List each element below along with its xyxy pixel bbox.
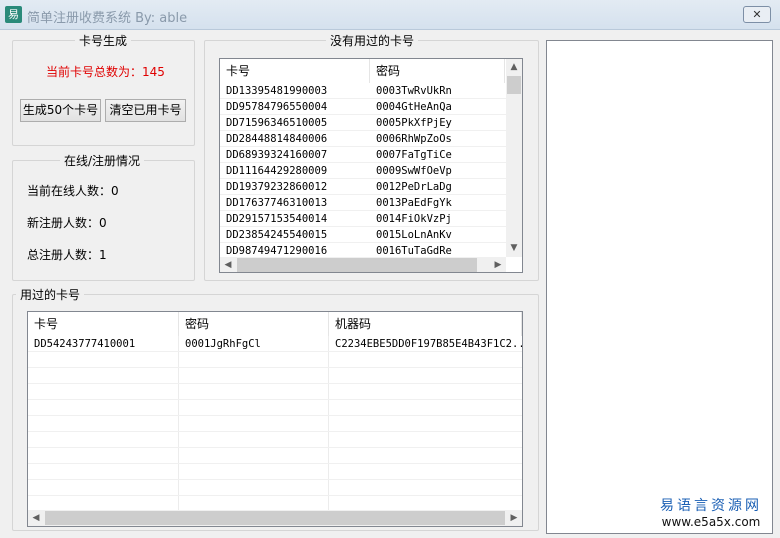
column-header-card[interactable]: 卡号 — [28, 312, 179, 336]
clear-used-cards-button[interactable]: 清空已用卡号 — [105, 99, 186, 122]
column-header-machine-code[interactable]: 机器码 — [329, 312, 522, 336]
total-registration-count: 总注册人数：1 — [27, 248, 107, 262]
table-cell: DD17637746310013 — [226, 197, 328, 209]
table-row[interactable]: DD95784796550004 0004GtHeAnQa — [220, 99, 506, 115]
column-header-password[interactable]: 密码 — [179, 312, 329, 336]
table-cell: DD68939324160007 — [226, 149, 328, 161]
used-cards-list[interactable]: 卡号 密码 机器码 DD54243777410001 0001JgRhFgCl C2… — [27, 311, 523, 527]
table-cell: 0013PaEdFgYk — [376, 197, 452, 209]
table-cell: DD28448814840006 — [226, 133, 328, 145]
generate-cards-button[interactable]: 生成50个卡号 — [20, 99, 101, 122]
table-row[interactable]: DD28448814840006 0006RhWpZoOs — [220, 131, 506, 147]
watermark-title: 易语言资源网 — [660, 498, 762, 514]
table-row[interactable]: DD29157153540014 0014FiOkVzPj — [220, 211, 506, 227]
table-row[interactable] — [28, 352, 522, 368]
table-cell: 0014FiOkVzPj — [376, 213, 452, 225]
online-status-title: 在线/注册情况 — [60, 152, 145, 169]
table-row[interactable]: DD54243777410001 0001JgRhFgCl C2234EBE5DD0… — [28, 336, 522, 352]
unused-cards-list[interactable]: 卡号 密码 DD13395481990003 0003TwRvUkRn DD9578… — [219, 58, 523, 273]
table-row[interactable]: DD13395481990003 0003TwRvUkRn — [220, 83, 506, 99]
table-cell: DD95784796550004 — [226, 101, 328, 113]
table-cell: DD13395481990003 — [226, 85, 328, 97]
table-cell: DD71596346510005 — [226, 117, 328, 129]
close-button[interactable]: ✕ — [743, 6, 771, 23]
table-cell: DD54243777410001 — [34, 338, 136, 350]
scroll-right-icon[interactable]: ▶ — [490, 257, 506, 272]
table-cell: 0004GtHeAnQa — [376, 101, 452, 113]
table-cell: DD19379232860012 — [226, 181, 328, 193]
table-cell: 0003TwRvUkRn — [376, 85, 452, 97]
table-row[interactable] — [28, 480, 522, 496]
table-cell: 0007FaTgTiCe — [376, 149, 452, 161]
log-panel[interactable] — [546, 40, 773, 534]
table-cell: 0006RhWpZoOs — [376, 133, 452, 145]
table-row[interactable]: DD11164429280009 0009SwWfOeVp — [220, 163, 506, 179]
scroll-thumb[interactable] — [237, 258, 477, 272]
table-row[interactable]: DD23854245540015 0015LoLnAnKv — [220, 227, 506, 243]
table-cell: DD11164429280009 — [226, 165, 328, 177]
scroll-up-icon[interactable]: ▲ — [506, 59, 522, 75]
table-row[interactable] — [28, 400, 522, 416]
table-row[interactable] — [28, 368, 522, 384]
horizontal-scrollbar[interactable]: ◀ ▶ — [220, 257, 506, 272]
vertical-scrollbar[interactable]: ▲ ▼ — [506, 59, 522, 257]
card-generate-title: 卡号生成 — [75, 32, 132, 49]
horizontal-scrollbar[interactable]: ◀ ▶ — [28, 510, 522, 526]
scroll-down-icon[interactable]: ▼ — [506, 240, 522, 256]
scroll-left-icon[interactable]: ◀ — [28, 510, 44, 526]
new-registration-count: 新注册人数：0 — [27, 216, 107, 230]
total-cards-label: 当前卡号总数为：145 — [46, 65, 165, 79]
table-row[interactable] — [28, 464, 522, 480]
scroll-left-icon[interactable]: ◀ — [220, 257, 236, 272]
card-generate-group — [12, 40, 195, 146]
table-row[interactable]: DD71596346510005 0005PkXfPjEy — [220, 115, 506, 131]
watermark-url: www.e5a5x.com — [661, 515, 761, 529]
table-cell: 0005PkXfPjEy — [376, 117, 452, 129]
table-row[interactable]: DD17637746310013 0013PaEdFgYk — [220, 195, 506, 211]
table-cell: 0009SwWfOeVp — [376, 165, 452, 177]
table-cell: 0012PeDrLaDg — [376, 181, 452, 193]
scroll-right-icon[interactable]: ▶ — [506, 510, 522, 526]
app-icon: 易 — [5, 6, 22, 23]
column-header-password[interactable]: 密码 — [370, 59, 505, 83]
scroll-thumb[interactable] — [45, 511, 505, 525]
table-row[interactable]: DD68939324160007 0007FaTgTiCe — [220, 147, 506, 163]
table-row[interactable] — [28, 448, 522, 464]
table-row[interactable] — [28, 384, 522, 400]
table-cell: DD29157153540014 — [226, 213, 328, 225]
used-cards-title: 用过的卡号 — [16, 286, 85, 303]
unused-cards-title: 没有用过的卡号 — [326, 32, 419, 49]
table-cell: DD23854245540015 — [226, 229, 328, 241]
column-header-card[interactable]: 卡号 — [220, 59, 370, 83]
scroll-thumb[interactable] — [507, 76, 521, 94]
table-cell: 0015LoLnAnKv — [376, 229, 452, 241]
table-cell: C2234EBE5DD0F197B85E4B43F1C2... — [335, 338, 522, 350]
table-row[interactable] — [28, 432, 522, 448]
watermark: 易语言资源网 www.e5a5x.com — [660, 498, 762, 530]
table-cell: 0001JgRhFgCl — [185, 338, 261, 350]
close-icon: ✕ — [752, 8, 762, 21]
table-row[interactable]: DD19379232860012 0012PeDrLaDg — [220, 179, 506, 195]
table-row[interactable] — [28, 416, 522, 432]
online-count: 当前在线人数：0 — [27, 184, 119, 198]
window-title: 简单注册收费系统 By: able — [27, 11, 188, 26]
